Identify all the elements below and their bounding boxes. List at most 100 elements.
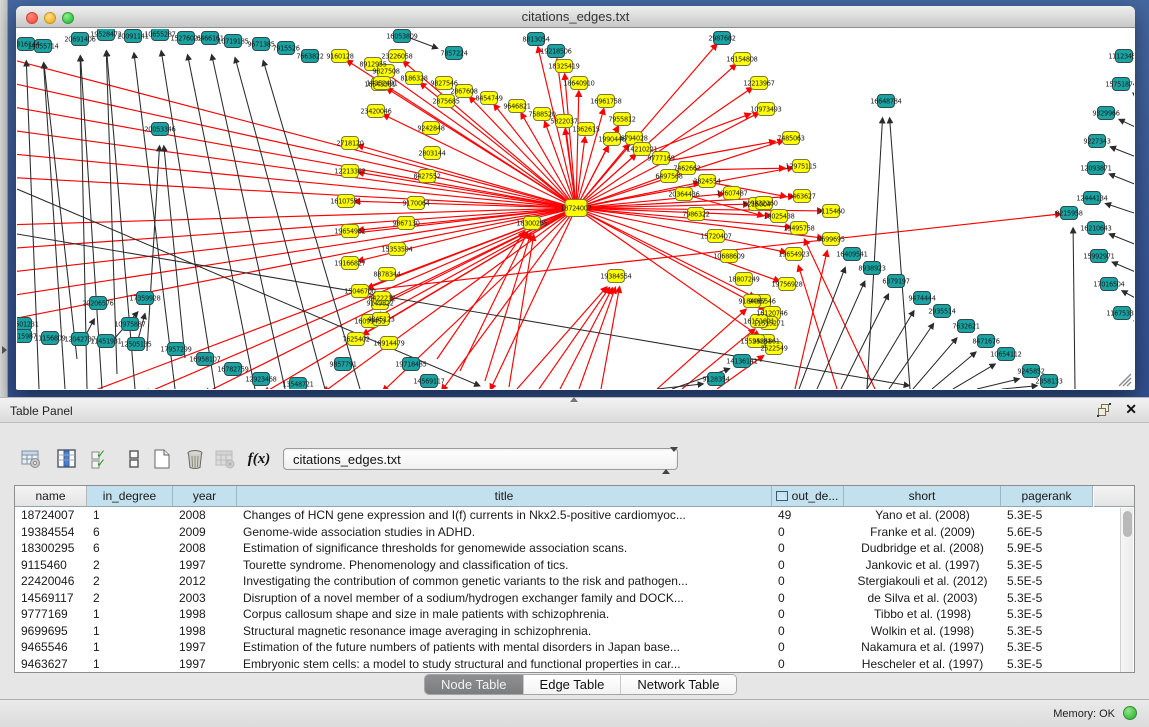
table-cell: Tourette syndrome. Phenomenology and cla… — [237, 557, 772, 574]
table-cell: 2009 — [173, 524, 237, 541]
table-selector-value: citations_edges.txt — [293, 452, 401, 467]
citation-network-graph[interactable]: 8316144140557142069140619528472200911411… — [17, 29, 1134, 389]
column-header-pagerank[interactable]: pagerank — [1001, 486, 1093, 507]
table-row[interactable]: 1872400712008Changes of HCN gene express… — [15, 507, 1120, 524]
column-header-title[interactable]: title — [237, 486, 772, 507]
graph-edge[interactable] — [648, 114, 751, 152]
graph-node-label: 10719185 — [217, 37, 248, 45]
table-settings-icon[interactable] — [18, 446, 44, 472]
graph-edge[interactable] — [1002, 386, 1037, 389]
graph-edge[interactable] — [867, 118, 883, 389]
window-titlebar[interactable]: citations_edges.txt — [16, 6, 1135, 28]
graph-edge[interactable] — [841, 294, 888, 389]
graph-edge[interactable] — [889, 324, 933, 389]
graph-node-label: 9245852 — [1017, 367, 1044, 375]
graph-node-label: 16782759 — [217, 365, 248, 373]
row-height-icon[interactable] — [121, 446, 147, 472]
graph-node-label: 7955812 — [608, 115, 635, 123]
graph-edge[interactable] — [1122, 291, 1134, 307]
graph-edge[interactable] — [387, 88, 576, 208]
table-cell: Investigating the contribution of common… — [237, 573, 772, 590]
table-cell: 6 — [87, 540, 173, 557]
table-row[interactable]: 2242004622012Investigating the contribut… — [15, 573, 1120, 590]
column-header-name[interactable]: name — [15, 486, 87, 507]
table-row[interactable]: 1830029562008Estimation of significance … — [15, 540, 1120, 557]
graph-edge[interactable] — [1133, 93, 1134, 109]
graph-node-label: 18501231 — [17, 320, 39, 328]
delete-table-icon[interactable] — [212, 446, 238, 472]
graph-node-label: 7625402 — [342, 335, 369, 343]
create-column-icon[interactable] — [149, 446, 175, 472]
graph-edge[interactable] — [380, 69, 576, 208]
graph-edge[interactable] — [1112, 262, 1134, 279]
float-panel-icon[interactable] — [1098, 404, 1111, 417]
memory-status-indicator[interactable] — [1123, 706, 1137, 720]
table-row[interactable]: 977716911998Corpus callosum shape and si… — [15, 606, 1120, 623]
left-splitter[interactable] — [0, 0, 8, 397]
graph-edge[interactable] — [442, 208, 576, 389]
graph-edge[interactable] — [509, 235, 534, 387]
table-cell: Tibbo et al. (1998) — [844, 606, 1001, 623]
expand-panel-arrow-icon[interactable] — [2, 346, 7, 354]
graph-edge[interactable] — [953, 364, 995, 389]
graph-node-label: 9474444 — [908, 294, 935, 302]
graph-edge[interactable] — [17, 130, 576, 208]
table-row[interactable]: 1938455462009Genome-wide association stu… — [15, 524, 1120, 541]
table-row[interactable]: 1456911722003Disruption of a novel membe… — [15, 590, 1120, 607]
graph-node-label: 14055714 — [27, 42, 58, 50]
table-row[interactable]: 946362711997Embryonic stem cells: a mode… — [15, 656, 1120, 673]
tab-network-table[interactable]: Network Table — [621, 675, 735, 694]
table-selector[interactable]: citations_edges.txt — [283, 448, 678, 470]
tab-edge-table[interactable]: Edge Table — [524, 675, 622, 694]
graph-edge[interactable] — [1109, 234, 1134, 251]
graph-edge[interactable] — [890, 118, 910, 389]
graph-edge[interactable] — [693, 168, 785, 170]
graph-edge[interactable] — [932, 352, 976, 389]
column-header-in_degree[interactable]: in_degree — [87, 486, 173, 507]
graph-node-label: 9170064 — [402, 199, 429, 207]
column-header-short[interactable]: short — [844, 486, 1001, 507]
graph-edge[interactable] — [657, 384, 703, 389]
network-canvas[interactable]: 8316144140557142069140619528472200911411… — [17, 29, 1134, 389]
close-panel-icon[interactable]: ✕ — [1125, 402, 1137, 416]
select-rows-icon[interactable]: ✓✓ — [88, 446, 114, 472]
graph-edge[interactable] — [1073, 228, 1075, 389]
table-row[interactable]: 911546021997Tourette syndrome. Phenomeno… — [15, 557, 1120, 574]
graph-edge[interactable] — [1106, 204, 1134, 219]
graph-edge[interactable] — [913, 338, 957, 389]
window-resize-grip[interactable] — [1116, 371, 1132, 387]
graph-node-label: 9777169 — [647, 154, 674, 162]
table-scrollbar[interactable] — [1120, 508, 1133, 672]
column-header-out_de[interactable]: out_de... — [772, 486, 844, 507]
graph-edge[interactable] — [539, 288, 609, 389]
scrollbar-thumb[interactable] — [1123, 511, 1132, 537]
graph-node-label: 11451931 — [90, 337, 121, 345]
graph-edge[interactable] — [817, 281, 865, 389]
graph-node-label: 14352491 — [366, 79, 397, 87]
graph-node-label: 2718120 — [336, 139, 363, 147]
graph-node-label: 9857791 — [329, 360, 356, 368]
function-builder-icon[interactable]: f(x) — [246, 446, 272, 472]
graph-node-label: 15524851 — [740, 337, 771, 345]
table-cell: 1 — [87, 606, 173, 623]
graph-node-label: 12505135 — [120, 340, 151, 348]
graph-edge[interactable] — [1119, 119, 1134, 135]
graph-edge[interactable] — [517, 287, 607, 389]
column-header-year[interactable]: year — [173, 486, 237, 507]
show-columns-icon[interactable] — [54, 446, 80, 472]
table-row[interactable]: 969969511998Structural magnetic resonanc… — [15, 623, 1120, 640]
graph-edge[interactable] — [17, 154, 576, 208]
graph-edge[interactable] — [667, 141, 775, 161]
graph-edge[interactable] — [1109, 174, 1134, 191]
delete-column-icon[interactable] — [182, 446, 208, 472]
graph-node-label: 9115460 — [817, 207, 844, 215]
graph-node-label: 9867130 — [392, 219, 419, 227]
tab-node-table[interactable]: Node Table — [425, 675, 524, 694]
table-row[interactable]: 946554611997Estimation of the future num… — [15, 639, 1120, 656]
graph-edge[interactable] — [1110, 147, 1134, 163]
panel-splitter-handle[interactable] — [570, 397, 578, 402]
graph-edge[interactable] — [188, 55, 255, 389]
table-rows: 1872400712008Changes of HCN gene express… — [15, 507, 1120, 672]
graph-edge[interactable] — [560, 288, 612, 389]
graph-edge[interactable] — [17, 59, 576, 208]
